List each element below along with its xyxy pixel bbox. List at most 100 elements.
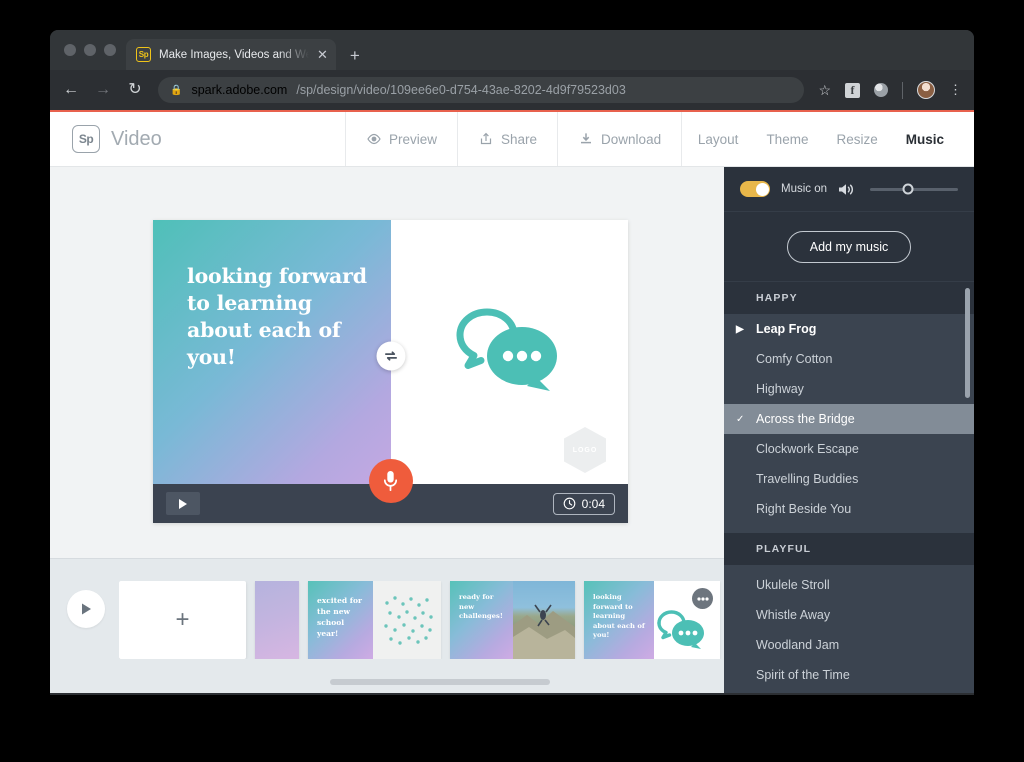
track-item[interactable]: Right Beside You xyxy=(724,494,974,524)
slide-thumbnail[interactable] xyxy=(255,581,299,659)
tab-theme[interactable]: Theme xyxy=(766,128,808,151)
profile-avatar[interactable] xyxy=(917,81,935,99)
extension-icon[interactable] xyxy=(874,83,888,97)
url-host: spark.adobe.com xyxy=(191,83,287,97)
logo-placeholder[interactable]: LOGO xyxy=(564,427,606,473)
volume-slider-knob[interactable] xyxy=(902,184,913,195)
track-item[interactable]: Ukulele Stroll xyxy=(724,570,974,600)
track-title: Right Beside You xyxy=(756,502,851,516)
clock-icon xyxy=(563,497,576,510)
browser-tab-strip: Sp Make Images, Videos and Web ✕ + xyxy=(50,30,974,70)
canvas-right-panel[interactable]: LOGO xyxy=(391,220,629,523)
track-title: Travelling Buddies xyxy=(756,472,858,486)
preview-label: Preview xyxy=(389,132,437,147)
toolbar-divider xyxy=(902,82,903,99)
thumbnail-gradient xyxy=(255,581,299,659)
facebook-extension-icon[interactable]: f xyxy=(845,83,860,98)
lock-icon: 🔒 xyxy=(170,85,182,96)
logo-placeholder-label: LOGO xyxy=(573,447,598,454)
track-item[interactable]: Woodland Jam xyxy=(724,630,974,660)
track-title: Spirit of the Time xyxy=(756,668,850,682)
timeline-horizontal-scrollbar[interactable] xyxy=(330,679,550,685)
browser-tab[interactable]: Sp Make Images, Videos and Web ✕ xyxy=(126,39,336,70)
ellipsis-icon xyxy=(697,597,709,601)
slide-thumbnail[interactable]: looking forward to learning about each o… xyxy=(584,581,720,659)
track-item-selected[interactable]: ✓ Across the Bridge xyxy=(724,404,974,434)
track-item[interactable]: Highway xyxy=(724,374,974,404)
slide-cell-4: ready for new challenges! xyxy=(450,581,575,659)
timeline-play-button[interactable] xyxy=(67,590,105,628)
share-button[interactable]: Share xyxy=(458,112,558,166)
track-title: Across the Bridge xyxy=(756,412,855,426)
track-item[interactable]: Travelling Buddies xyxy=(724,464,974,494)
tab-music[interactable]: Music xyxy=(906,128,944,151)
browser-omnibox-bar: ← → ↻ 🔒 spark.adobe.com/sp/design/video/… xyxy=(50,70,974,112)
swap-layout-handle[interactable] xyxy=(376,342,405,371)
download-button[interactable]: Download xyxy=(558,112,682,166)
tab-resize[interactable]: Resize xyxy=(836,128,877,151)
timeline: + excited for the new school year! xyxy=(50,558,724,693)
thumbnail-pattern xyxy=(373,581,441,659)
reload-icon[interactable]: ↻ xyxy=(126,82,144,98)
minimize-window-button[interactable] xyxy=(84,44,96,56)
track-list-scrollbar[interactable] xyxy=(965,288,970,398)
slide-thumbnail[interactable]: ready for new challenges! xyxy=(450,581,575,659)
bookmark-star-icon[interactable]: ☆ xyxy=(818,82,831,99)
canvas-left-panel[interactable]: looking forward to learning about each o… xyxy=(153,220,391,523)
close-tab-icon[interactable]: ✕ xyxy=(317,48,328,61)
slide-thumbnail[interactable]: excited for the new school year! xyxy=(308,581,441,659)
new-tab-button[interactable]: + xyxy=(350,47,360,64)
maximize-window-button[interactable] xyxy=(104,44,116,56)
duration-chip[interactable]: 0:04 xyxy=(553,493,615,515)
mountain-photo-icon xyxy=(513,581,575,659)
track-title: Ukulele Stroll xyxy=(756,578,830,592)
microphone-icon xyxy=(382,469,399,493)
add-my-music-button[interactable]: Add my music xyxy=(787,231,912,263)
url-path: /sp/design/video/109ee6e0-d754-43ae-8202… xyxy=(296,83,625,97)
address-bar[interactable]: 🔒 spark.adobe.com/sp/design/video/109ee6… xyxy=(158,77,804,103)
slide-cell-add: + xyxy=(119,581,246,659)
speech-bubbles-icon xyxy=(450,303,568,403)
track-item[interactable]: Comfy Cotton xyxy=(724,344,974,374)
canvas-play-button[interactable] xyxy=(166,492,200,515)
download-label: Download xyxy=(601,132,661,147)
slide-options-button[interactable] xyxy=(692,588,713,609)
volume-slider[interactable] xyxy=(870,188,958,191)
record-voice-button[interactable] xyxy=(369,459,413,503)
play-icon: ▶ xyxy=(736,324,744,335)
track-title: Comfy Cotton xyxy=(756,352,832,366)
track-item[interactable]: Spirit of the Time xyxy=(724,660,974,690)
preview-button[interactable]: Preview xyxy=(346,112,458,166)
browser-menu-icon[interactable]: ⋮ xyxy=(949,85,962,95)
forward-icon[interactable]: → xyxy=(94,82,112,98)
music-on-toggle[interactable] xyxy=(740,181,770,197)
eye-icon xyxy=(366,131,382,147)
slide-thumbnail-track[interactable]: + excited for the new school year! xyxy=(119,581,724,659)
canvas-headline[interactable]: looking forward to learning about each o… xyxy=(187,263,375,371)
add-slide-button[interactable]: + xyxy=(119,581,246,659)
thumbnail-gradient: looking forward to learning about each o… xyxy=(584,581,654,659)
back-icon[interactable]: ← xyxy=(62,82,80,98)
track-item[interactable]: ▶ Leap Frog xyxy=(724,314,974,344)
speaker-icon[interactable] xyxy=(838,182,855,197)
track-item[interactable]: Clockwork Escape xyxy=(724,434,974,464)
music-track-list[interactable]: HAPPY ▶ Leap Frog Comfy Cotton Highway ✓… xyxy=(724,282,974,693)
track-title: Whistle Away xyxy=(756,608,830,622)
play-icon xyxy=(178,498,189,510)
slide-cell-partial xyxy=(255,581,299,659)
dot-pattern-icon xyxy=(373,581,441,659)
tab-layout[interactable]: Layout xyxy=(698,128,739,151)
spark-app: Sp Video Preview Share xyxy=(50,112,974,693)
app-header: Sp Video Preview Share xyxy=(50,112,974,167)
page-title: Video xyxy=(111,128,162,151)
header-spacer xyxy=(682,112,698,166)
app-tab-bar: Layout Theme Resize Music xyxy=(698,112,974,166)
track-item[interactable]: Whistle Away xyxy=(724,600,974,630)
track-group-header-playful: PLAYFUL xyxy=(724,533,974,565)
close-window-button[interactable] xyxy=(64,44,76,56)
thumbnail-text: looking forward to learning about each o… xyxy=(593,593,648,641)
share-upload-icon xyxy=(478,131,494,147)
duration-label: 0:04 xyxy=(582,497,605,511)
thumbnail-gradient: ready for new challenges! xyxy=(450,581,513,659)
spark-logo-icon: Sp xyxy=(72,125,100,153)
